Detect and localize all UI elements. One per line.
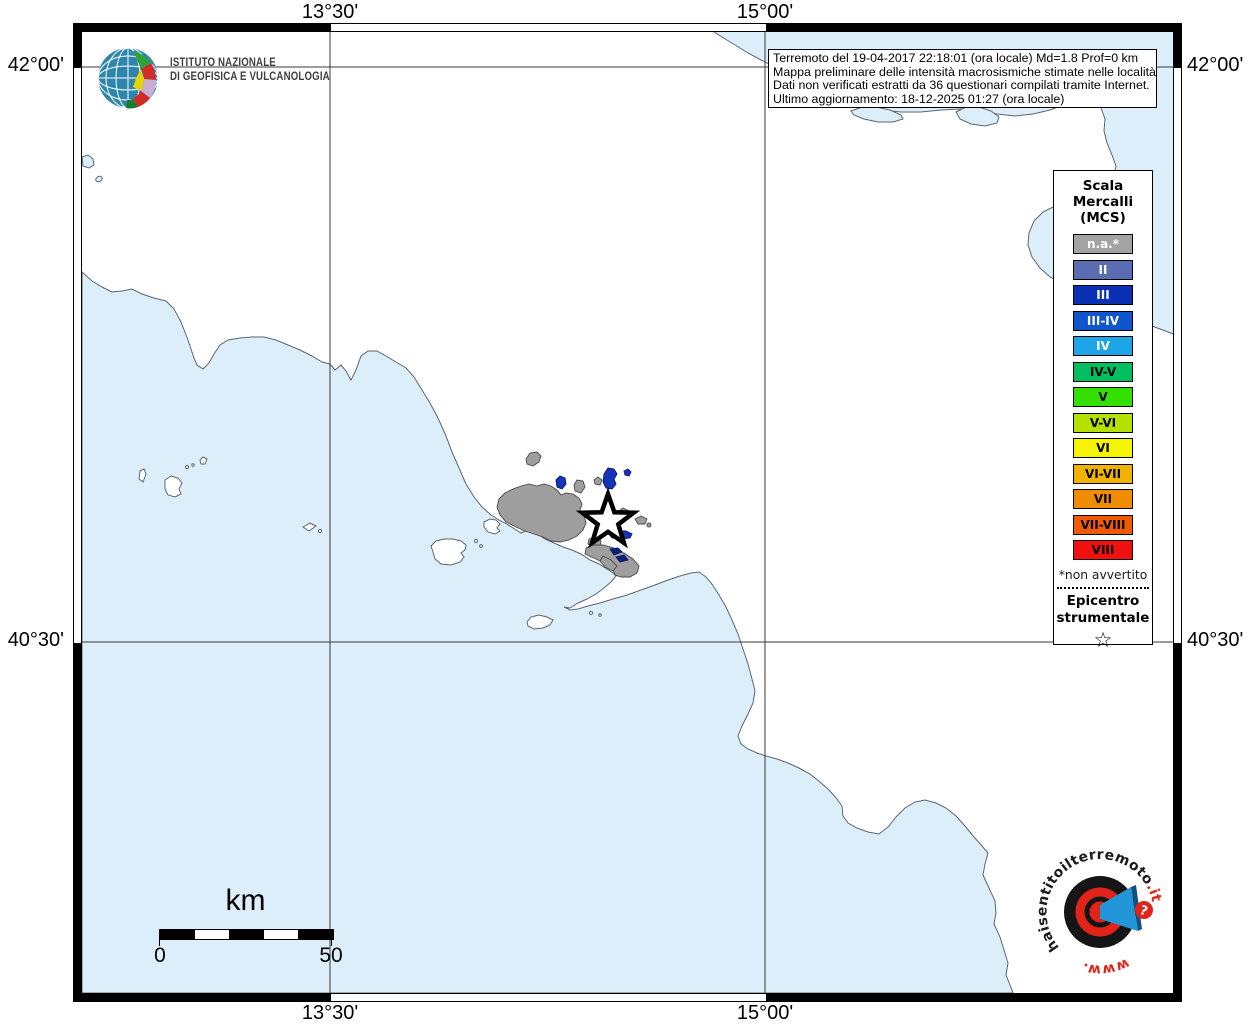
map-canvas: [82, 32, 1173, 993]
event-last-update: Ultimo aggiornamento: 18-12-2025 01:27 (…: [773, 91, 1065, 106]
legend-item-iv: IV: [1073, 336, 1133, 356]
epicenter-legend-star-icon: ☆: [1093, 628, 1113, 652]
axis-label-left-bottom: 40°30': [7, 629, 64, 651]
legend-item-v: V: [1073, 387, 1133, 407]
legend-title: Scala Mercalli (MCS): [1072, 178, 1134, 226]
axis-label-bottom-left: 13°30': [301, 1002, 359, 1024]
legend-item-ivv: IV-V: [1073, 361, 1133, 382]
legend-divider: [1057, 587, 1149, 589]
event-title: Terremoto del 19-04-2017 22:18:01 (ora l…: [773, 51, 1139, 65]
intensity-legend: Scala Mercalli (MCS) n.a.* II III III-IV IV I…: [1053, 170, 1153, 651]
event-subtitle: Mappa preliminare delle intensità macros…: [773, 64, 1156, 79]
legend-item-na: n.a.*: [1073, 234, 1133, 254]
epicenter-legend-label: Epicentro strumentale: [1056, 593, 1150, 626]
map-page: 13°30' 15°00' 13°30' 15°00' 42°00' 40°30…: [0, 0, 1255, 1024]
axis-label-bottom-right: 15°00': [736, 1002, 794, 1024]
ingv-line2: DI GEOFISICA E VULCANOLOGIA: [170, 70, 330, 83]
legend-item-viiviii: VII-VIII: [1073, 514, 1133, 535]
map-frame-bottom: [73, 993, 1182, 1002]
event-data-note: Dati non verificati estratti da 36 quest…: [773, 78, 1150, 92]
event-info-box: Terremoto del 19-04-2017 22:18:01 (ora l…: [768, 49, 1157, 108]
axis-label-top-left: 13°30': [301, 1, 359, 23]
map-frame-left: [73, 23, 82, 1002]
legend-item-vi: VI: [1073, 438, 1133, 458]
map-frame-right: [1173, 23, 1182, 1002]
legend-item-iiiiv: III-IV: [1073, 310, 1133, 331]
map-frame-top: [73, 23, 1182, 32]
axis-label-right-bottom: 40°30': [1187, 629, 1244, 651]
axis-label-left-top: 42°00': [7, 54, 64, 76]
scale-bar-end: 50: [319, 944, 343, 967]
legend-item-vivii: VI-VII: [1073, 463, 1133, 484]
legend-item-vii: VII: [1073, 489, 1133, 509]
haisentitoilterremoto-logo: ? haisentitoilterremoto.it www.: [1034, 847, 1164, 978]
ingv-globe-icon: [97, 47, 159, 109]
axis-label-top-right: 15°00': [736, 1, 794, 23]
legend-item-viii: VIII: [1073, 540, 1133, 560]
legend-footnote: *non avvertito: [1058, 568, 1148, 582]
ingv-line1: ISTITUTO NAZIONALE: [170, 57, 276, 69]
legend-item-vvi: V-VI: [1073, 412, 1133, 433]
legend-item-ii: II: [1073, 259, 1133, 280]
ingv-logo-text: ISTITUTO NAZIONALE DI GEOFISICA E VULCAN…: [170, 57, 330, 84]
scale-bar: [159, 929, 334, 940]
legend-items: n.a.* II III III-IV IV IV-V V V-VI VI VI-VII VII VI…: [1073, 234, 1133, 560]
axis-label-right-top: 42°00': [1187, 54, 1244, 76]
logo-www-text: www.: [1080, 955, 1131, 978]
scale-bar-unit: km: [225, 884, 266, 917]
scale-bar-start: 0: [154, 944, 166, 967]
legend-item-iii: III: [1073, 285, 1133, 305]
